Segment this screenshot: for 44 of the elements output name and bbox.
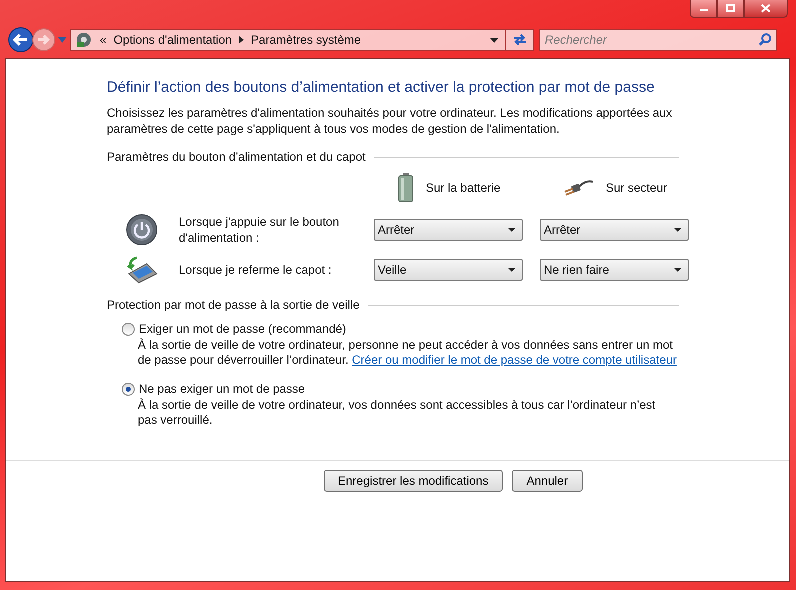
option-label[interactable]: Ne pas exiger un mot de passe	[139, 382, 306, 396]
power-icon	[126, 214, 158, 246]
page-description: Choisissez les paramètres d'alimentation souhaités pour votre ordinateur. Les modifications apportées aux paramètres de cette page s'appliquent à tous vos modes de gestion de l'alimentation.	[107, 105, 674, 137]
chevron-right-icon[interactable]	[239, 36, 244, 44]
refresh-icon[interactable]	[512, 33, 528, 47]
dropdown[interactable]: Ne rien faire	[540, 259, 689, 281]
dropdown-arrow-icon[interactable]	[508, 268, 516, 272]
address-bar[interactable]: « Options d'alimentation Paramètres système	[70, 29, 506, 51]
radio-button[interactable]	[122, 382, 135, 396]
radio-button[interactable]	[122, 322, 135, 336]
section-heading: Protection par mot de passe à la sortie de veille	[107, 298, 360, 312]
option-description: À la sortie de veille de votre ordinateur, vos données sont accessibles à tous car l’ordinateur n’est pas verrouillé.	[138, 398, 657, 428]
dropdown-arrow-icon[interactable]	[674, 268, 682, 272]
breadcrumb-item[interactable]: Paramètres système	[251, 33, 362, 47]
cancel-button[interactable]: Annuler	[512, 470, 584, 492]
setting-label: Lorsque je referme le capot :	[179, 262, 333, 278]
close-button[interactable]	[744, 0, 788, 18]
section-heading: Paramètres du bouton d’alimentation et du capot	[107, 150, 366, 164]
laptop-icon	[125, 256, 159, 284]
column-heading: Sur secteur	[606, 181, 668, 195]
close-icon[interactable]	[761, 4, 771, 13]
option-label[interactable]: Exiger un mot de passe (recommandé)	[139, 322, 346, 336]
dropdown[interactable]: Arrêter	[540, 219, 689, 241]
back-button[interactable]	[8, 27, 34, 53]
dropdown[interactable]: Veille	[374, 259, 523, 281]
maximize-button[interactable]	[717, 0, 744, 18]
battery-icon	[398, 173, 414, 203]
plug-icon	[564, 179, 594, 197]
refresh-button[interactable]	[506, 29, 534, 51]
option-description: À la sortie de veille de votre ordinateur, personne ne peut accéder à vos données sans entrer un mot de passe pour déverrouiller l’ordinateur. Créer ou modifier le mot de passe de votre compte utilisateur	[138, 338, 678, 368]
search-field[interactable]: Rechercher	[539, 29, 777, 51]
search-icon[interactable]	[759, 33, 772, 46]
dropdown[interactable]: Arrêter	[374, 219, 523, 241]
breadcrumb-item[interactable]: Options d'alimentation	[114, 33, 232, 47]
link[interactable]: Créer ou modifier le mot de passe de votre compte utilisateur	[352, 353, 677, 367]
save-button[interactable]: Enregistrer les modifications	[324, 470, 503, 492]
setting-label: Lorsque j'appuie sur le bouton d'alimentation :	[179, 214, 340, 246]
dropdown-arrow-icon[interactable]	[508, 228, 516, 232]
dropdown-arrow-icon[interactable]	[490, 38, 499, 42]
dropdown-arrow-icon[interactable]	[674, 228, 682, 232]
column-heading: Sur la batterie	[426, 181, 501, 195]
page-title: Définir l’action des boutons d’alimentation et activer la protection par mot de passe	[107, 79, 656, 96]
breadcrumb-overflow[interactable]: «	[100, 33, 107, 47]
minimize-button[interactable]	[690, 0, 717, 18]
